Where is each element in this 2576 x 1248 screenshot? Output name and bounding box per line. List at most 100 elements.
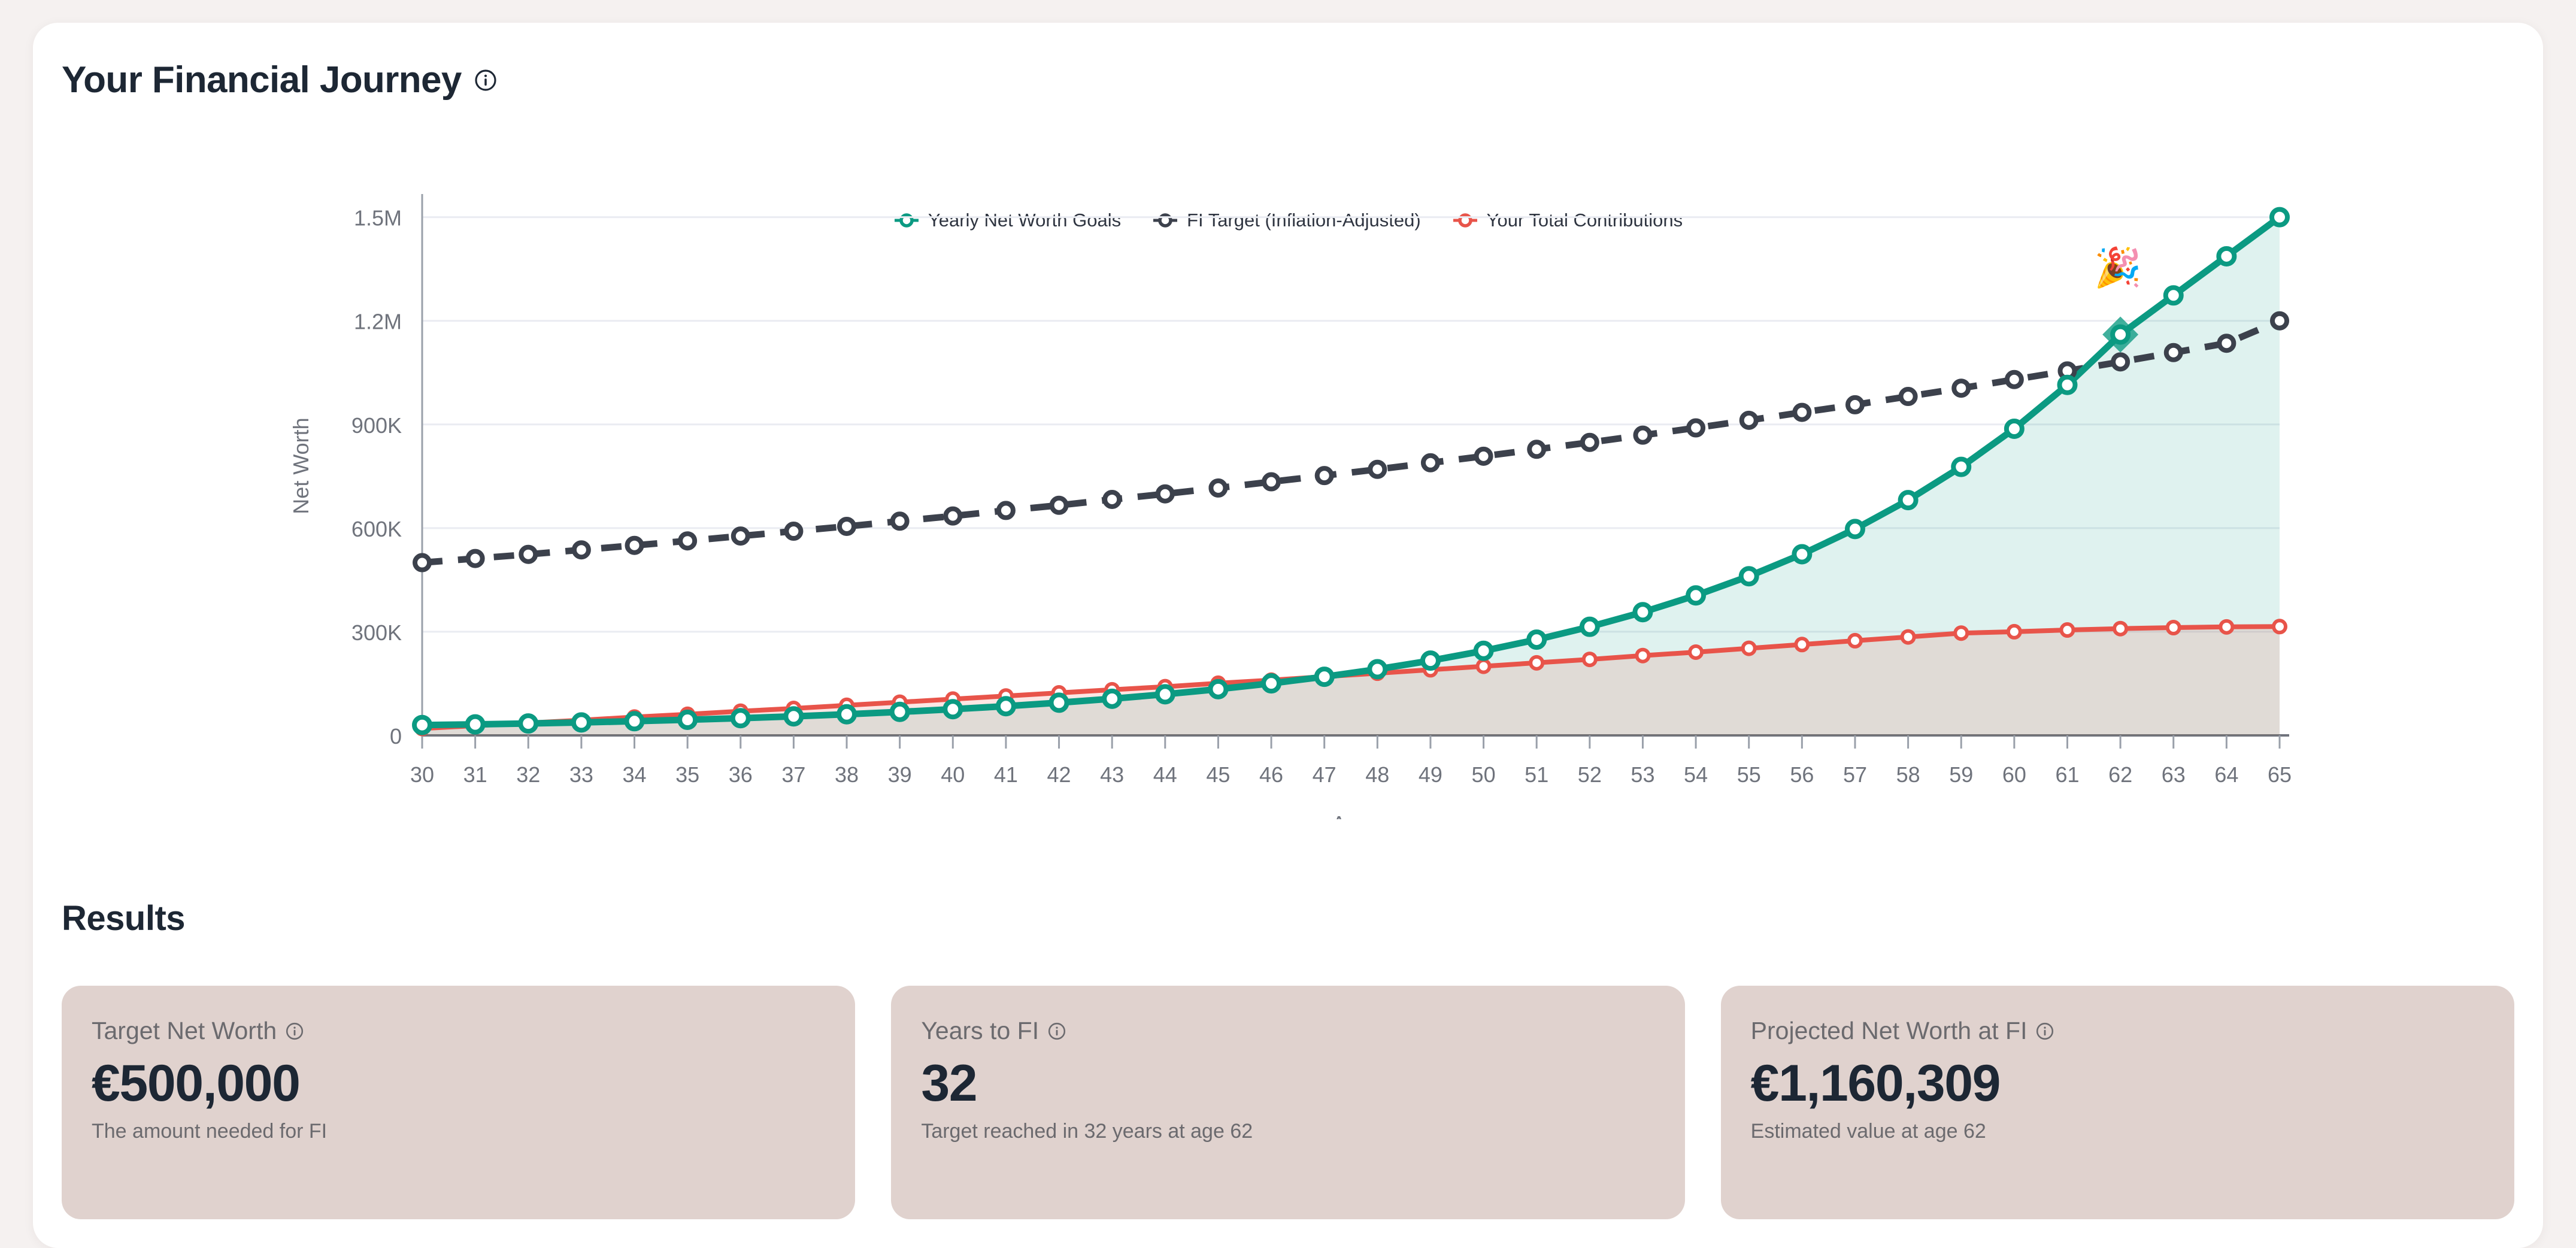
data-point-net-worth-goals[interactable] — [1367, 659, 1388, 680]
data-point-net-worth-goals[interactable] — [2163, 285, 2184, 306]
data-point-net-worth-goals[interactable] — [1844, 519, 1865, 540]
data-point-fi-target[interactable] — [943, 506, 963, 526]
card-header: Projected Net Worth at FI — [1751, 1017, 2484, 1045]
y-axis-tick-label: 0 — [390, 724, 402, 749]
data-point-net-worth-goals[interactable] — [1686, 585, 1707, 606]
data-point-total-contributions[interactable] — [2006, 623, 2022, 640]
data-point-total-contributions[interactable] — [1741, 640, 1757, 656]
data-point-net-worth-goals[interactable] — [2216, 246, 2237, 266]
data-point-fi-target[interactable] — [1102, 489, 1122, 509]
data-point-fi-target[interactable] — [1580, 432, 1599, 452]
data-point-total-contributions[interactable] — [2113, 620, 2129, 637]
x-axis-tick-label: 55 — [1737, 762, 1761, 787]
data-point-fi-target[interactable] — [1049, 495, 1069, 515]
data-point-total-contributions[interactable] — [2059, 622, 2075, 638]
data-point-net-worth-goals[interactable] — [2269, 207, 2290, 228]
info-circle-icon[interactable] — [285, 1022, 304, 1041]
data-point-fi-target[interactable] — [1262, 472, 1281, 492]
data-point-net-worth-goals[interactable] — [995, 696, 1016, 717]
data-point-total-contributions[interactable] — [1475, 658, 1492, 674]
data-point-fi-target[interactable] — [784, 522, 804, 541]
data-point-total-contributions[interactable] — [1529, 655, 1545, 671]
info-circle-icon[interactable] — [2035, 1022, 2054, 1041]
data-point-net-worth-goals[interactable] — [730, 708, 751, 729]
data-point-net-worth-goals[interactable] — [1632, 602, 1653, 623]
x-axis-tick-label: 41 — [994, 762, 1018, 787]
data-point-net-worth-goals[interactable] — [1208, 678, 1229, 699]
net-worth-projection-chart[interactable]: 0 300K 600K 900K 1.2M 1.5M 30 31 32 33 34 35 36 37 38 3… — [33, 172, 2543, 819]
data-point-net-worth-goals[interactable] — [837, 704, 857, 725]
data-point-fi-target[interactable] — [2270, 311, 2289, 331]
data-point-net-worth-goals[interactable] — [1526, 629, 1547, 650]
data-point-fi-target[interactable] — [1792, 402, 1812, 422]
data-point-net-worth-goals[interactable] — [1898, 490, 1919, 511]
data-point-fi-target[interactable] — [571, 540, 591, 560]
data-point-net-worth-goals[interactable] — [1738, 566, 1759, 587]
data-point-net-worth-goals[interactable] — [889, 701, 910, 722]
data-point-fi-target[interactable] — [1898, 387, 1918, 407]
data-point-net-worth-goals[interactable] — [1579, 616, 1600, 637]
data-point-net-worth-goals[interactable] — [1314, 667, 1335, 687]
data-point-total-contributions[interactable] — [1794, 637, 1810, 653]
data-point-total-contributions[interactable] — [1900, 629, 1916, 645]
data-point-net-worth-goals[interactable] — [2057, 374, 2078, 395]
data-point-net-worth-goals[interactable] — [571, 712, 592, 733]
data-point-net-worth-goals[interactable] — [1420, 650, 1441, 671]
info-circle-icon[interactable] — [474, 68, 498, 92]
data-point-fi-target[interactable] — [1208, 478, 1228, 498]
data-point-fi-target[interactable] — [1368, 459, 1387, 479]
data-point-fi-target[interactable] — [1845, 395, 1865, 414]
data-point-fi-target[interactable] — [2111, 352, 2130, 372]
data-point-total-contributions[interactable] — [1847, 632, 1863, 649]
data-point-fi-target[interactable] — [2163, 343, 2183, 362]
data-point-fi-target[interactable] — [413, 553, 432, 572]
data-point-net-worth-goals[interactable] — [412, 714, 432, 735]
data-point-fi-target[interactable] — [1527, 440, 1547, 459]
data-point-fi-target[interactable] — [1474, 446, 1493, 466]
data-point-net-worth-goals[interactable] — [1473, 640, 1494, 661]
data-point-fi-target[interactable] — [465, 549, 485, 568]
data-point-total-contributions[interactable] — [2219, 619, 2235, 635]
data-point-total-contributions[interactable] — [2165, 620, 2181, 635]
data-point-fi-target[interactable] — [1314, 466, 1334, 486]
data-point-fi-target[interactable] — [1155, 484, 1175, 504]
data-point-total-contributions[interactable] — [2272, 619, 2287, 635]
data-point-total-contributions[interactable] — [1953, 625, 1969, 641]
data-point-fi-target[interactable] — [731, 526, 750, 546]
data-point-net-worth-goals[interactable] — [2110, 324, 2131, 345]
data-point-net-worth-goals[interactable] — [1048, 692, 1069, 713]
data-point-net-worth-goals[interactable] — [1102, 688, 1123, 709]
data-point-net-worth-goals[interactable] — [518, 713, 539, 734]
data-point-net-worth-goals[interactable] — [1261, 673, 1282, 694]
data-point-fi-target[interactable] — [890, 511, 910, 531]
x-axis-tick-label: 51 — [1525, 762, 1548, 787]
data-point-net-worth-goals[interactable] — [624, 711, 645, 732]
data-point-net-worth-goals[interactable] — [2004, 418, 2025, 439]
data-point-fi-target[interactable] — [2004, 369, 2024, 389]
y-axis-tick-label: 1.5M — [354, 206, 402, 231]
data-point-net-worth-goals[interactable] — [465, 714, 486, 735]
data-point-total-contributions[interactable] — [1581, 652, 1598, 668]
data-point-fi-target[interactable] — [625, 535, 644, 555]
data-point-fi-target[interactable] — [678, 531, 698, 551]
data-point-net-worth-goals[interactable] — [1951, 456, 1972, 477]
data-point-fi-target[interactable] — [519, 544, 538, 564]
data-point-fi-target[interactable] — [1420, 453, 1440, 472]
data-point-fi-target[interactable] — [996, 501, 1016, 520]
data-point-net-worth-goals[interactable] — [942, 699, 963, 720]
data-point-net-worth-goals[interactable] — [677, 709, 698, 730]
data-point-net-worth-goals[interactable] — [1154, 684, 1175, 705]
data-point-total-contributions[interactable] — [1635, 647, 1651, 664]
info-circle-icon[interactable] — [1047, 1022, 1066, 1041]
data-point-fi-target[interactable] — [1633, 425, 1653, 445]
results-card-list: Target Net Worth €500,000 The amount nee… — [62, 986, 2514, 1219]
x-axis-tick-label: 59 — [1949, 762, 1973, 787]
data-point-fi-target[interactable] — [2217, 334, 2236, 353]
data-point-fi-target[interactable] — [1739, 410, 1759, 430]
data-point-net-worth-goals[interactable] — [1792, 544, 1813, 565]
data-point-fi-target[interactable] — [837, 516, 857, 536]
data-point-total-contributions[interactable] — [1688, 644, 1704, 660]
data-point-net-worth-goals[interactable] — [783, 706, 804, 727]
data-point-fi-target[interactable] — [1951, 378, 1971, 398]
data-point-fi-target[interactable] — [1686, 418, 1706, 438]
